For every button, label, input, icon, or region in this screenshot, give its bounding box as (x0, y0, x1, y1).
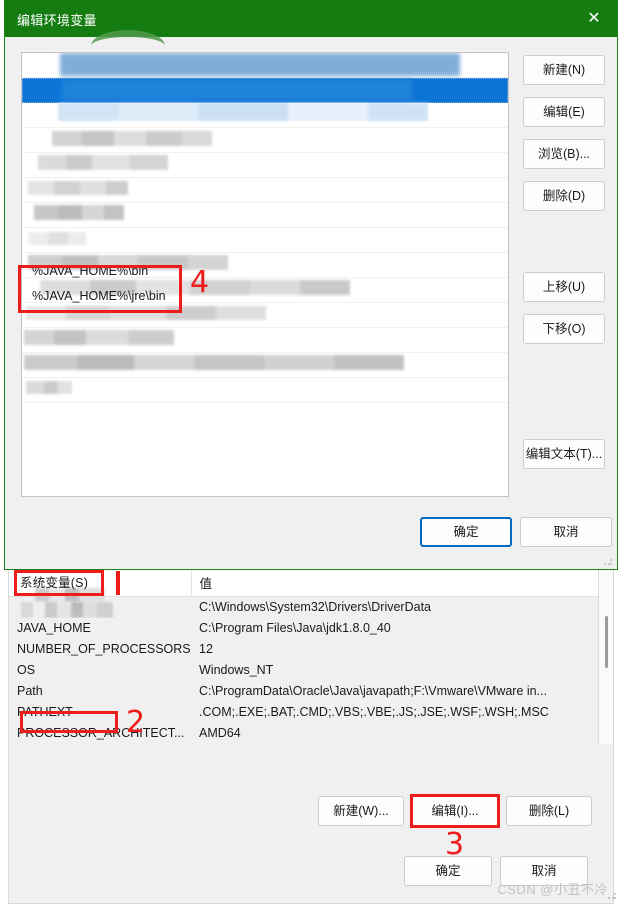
mosaic-overlay (21, 602, 113, 618)
cell-variable-name: JAVA_HOME (17, 621, 91, 635)
list-row-blurred[interactable] (22, 128, 508, 153)
list-row-blurred[interactable] (22, 178, 508, 203)
move-up-button[interactable]: 上移(U) (523, 272, 605, 302)
delete-path-button[interactable]: 删除(D) (523, 181, 605, 211)
list-row-blurred[interactable] (22, 228, 508, 253)
ok-button-dialog[interactable]: 确定 (420, 517, 512, 547)
cell-variable-value: Windows_NT (199, 663, 274, 677)
blurred-variable-name: xxxxxxxxx (17, 599, 113, 618)
cell-variable-name: NUMBER_OF_PROCESSORS (17, 642, 191, 656)
column-header-value: 值 (191, 570, 613, 597)
table-header-row: 值 (9, 570, 613, 602)
mosaic-overlay (24, 330, 174, 345)
system-variables-window: 值 xxxxxxxxxta C:\Windows\System32\Driver… (8, 570, 614, 904)
table-body: xxxxxxxxxta C:\Windows\System32\Drivers\… (9, 597, 613, 745)
system-variables-label: 系统变量(S) (20, 576, 89, 590)
table-scrollbar[interactable] (598, 570, 613, 744)
table-row[interactable]: JAVA_HOME C:\Program Files\Java\jdk1.8.0… (9, 618, 613, 639)
close-icon[interactable]: ✕ (571, 0, 617, 37)
cell-variable-name: PROCESSOR_ARCHITECT... (17, 726, 185, 740)
cell-variable-name: PATHEXT (17, 705, 73, 719)
table-row[interactable]: PROCESSOR_ARCHITECT... AMD64 (9, 723, 613, 744)
csdn-watermark: CSDN @小丑不冷 (497, 882, 608, 897)
list-row-blurred[interactable] (22, 353, 508, 378)
path-entry-list: %JAVA_HOME%\bin %JAVA_HOME%\jre\bin (26, 259, 166, 309)
mosaic-overlay (28, 181, 128, 195)
dialog-title: 编辑环境变量 (17, 13, 97, 28)
selection-highlight (22, 78, 508, 103)
mosaic-overlay (34, 205, 124, 220)
table-row-path[interactable]: Path C:\ProgramData\Oracle\Java\javapath… (9, 681, 613, 702)
table-row[interactable]: OS Windows_NT (9, 660, 613, 681)
delete-system-variable-button[interactable]: 删除(L) (506, 796, 592, 826)
mosaic-overlay (52, 131, 212, 146)
new-path-button[interactable]: 新建(N) (523, 55, 605, 85)
edit-system-variable-button[interactable]: 编辑(I)... (412, 796, 498, 826)
cell-variable-value: C:\ProgramData\Oracle\Java\javapath;F:\V… (191, 681, 613, 702)
mosaic-overlay (26, 381, 72, 394)
new-system-variable-button[interactable]: 新建(W)... (318, 796, 404, 826)
table-row[interactable]: NUMBER_OF_PROCESSORS 12 (9, 639, 613, 660)
list-row-blurred[interactable] (22, 328, 508, 353)
ok-button-outer[interactable]: 确定 (404, 856, 492, 886)
mosaic-overlay (58, 103, 428, 121)
table-row[interactable]: PATHEXT .COM;.EXE;.BAT;.CMD;.VBS;.VBE;.J… (9, 702, 613, 723)
edit-environment-variable-dialog: 编辑环境变量 ✕ %JAVA_HOME%\bin %JAVA_HOME%\jre… (4, 0, 618, 570)
cancel-button-dialog[interactable]: 取消 (520, 517, 612, 547)
edit-path-button[interactable]: 编辑(E) (523, 97, 605, 127)
cell-variable-value: C:\Program Files\Java\jdk1.8.0_40 (199, 621, 391, 635)
path-entries-listbox[interactable]: %JAVA_HOME%\bin %JAVA_HOME%\jre\bin (21, 52, 509, 497)
cell-variable-value: .COM;.EXE;.BAT;.CMD;.VBS;.VBE;.JS;.JSE;.… (199, 705, 549, 719)
cell-variable-value: C:\Windows\System32\Drivers\DriverData (199, 600, 431, 614)
edit-text-button[interactable]: 编辑文本(T)... (523, 439, 605, 469)
mosaic-overlay (38, 155, 168, 170)
mosaic-overlay (62, 79, 412, 101)
list-row-blurred[interactable] (22, 53, 508, 78)
cell-variable-value: AMD64 (199, 726, 241, 740)
list-row-blurred[interactable] (22, 103, 508, 128)
system-variables-table: 值 xxxxxxxxxta C:\Windows\System32\Driver… (9, 570, 613, 744)
move-down-button[interactable]: 下移(O) (523, 314, 605, 344)
mosaic-overlay (28, 232, 86, 245)
dialog-titlebar: 编辑环境变量 ✕ (5, 0, 617, 37)
cell-variable-name: Path (9, 681, 191, 702)
list-row-blurred[interactable] (22, 203, 508, 228)
list-row-blurred[interactable] (22, 153, 508, 178)
browse-path-button[interactable]: 浏览(B)... (523, 139, 605, 169)
path-entry-row[interactable]: %JAVA_HOME%\jre\bin (26, 284, 166, 309)
screenshot-root: 值 xxxxxxxxxta C:\Windows\System32\Driver… (0, 0, 622, 904)
list-row-selected[interactable] (22, 78, 508, 103)
cell-variable-value: 12 (199, 642, 213, 656)
scrollbar-thumb[interactable] (605, 616, 608, 668)
resize-grip[interactable] (607, 890, 617, 900)
list-row-blurred[interactable] (22, 378, 508, 403)
path-entry-row[interactable]: %JAVA_HOME%\bin (26, 259, 166, 284)
mosaic-overlay (60, 53, 460, 76)
mosaic-overlay (24, 355, 404, 370)
dialog-resize-grip[interactable] (603, 556, 613, 566)
cell-variable-name: OS (17, 663, 36, 677)
